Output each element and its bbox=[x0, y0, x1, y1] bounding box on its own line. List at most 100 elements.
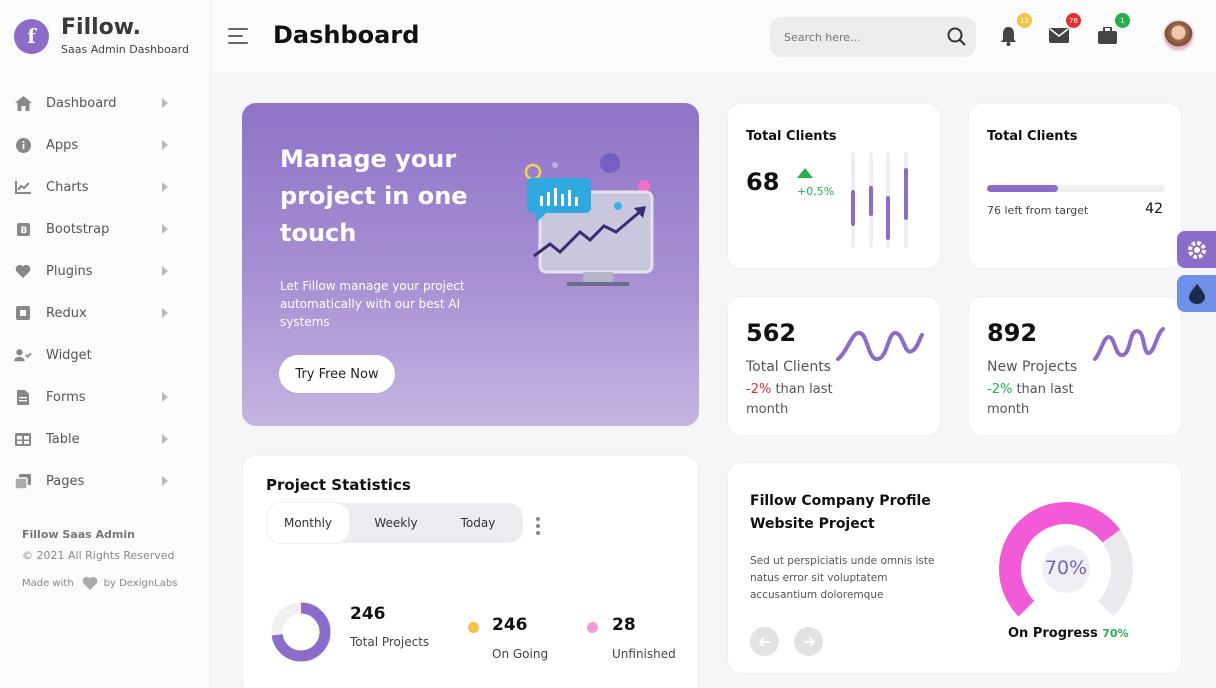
projects-delta: -2% bbox=[987, 382, 1013, 397]
sidebar-item-label: Plugins bbox=[46, 263, 93, 279]
target-progress-fill bbox=[987, 185, 1059, 192]
project-statistics-card: Project Statistics Monthly Weekly Today … bbox=[242, 455, 699, 688]
sidebar-menu: Dashboard Apps Charts B Bootstrap Plugin… bbox=[0, 82, 210, 502]
settings-gear-icon[interactable] bbox=[1177, 231, 1216, 268]
search-input[interactable] bbox=[784, 30, 934, 44]
sidebar-item-label: Widget bbox=[46, 347, 92, 363]
ongoing-legend-dot bbox=[468, 622, 479, 633]
footer-credit: Made with by DexignLabs bbox=[22, 576, 177, 590]
chart-line-icon bbox=[14, 178, 32, 196]
caret-right-icon bbox=[162, 182, 168, 192]
sidebar-item-label: Table bbox=[46, 431, 80, 447]
sidebar-item-label: Pages bbox=[46, 473, 85, 489]
user-check-icon bbox=[14, 346, 32, 364]
mini-bar-chart bbox=[851, 152, 908, 248]
projects-delta-text: -2% than last month bbox=[987, 380, 1097, 420]
sidebar-item-dashboard[interactable]: Dashboard bbox=[0, 82, 210, 124]
card-title: Total Clients bbox=[746, 129, 837, 144]
clients-total-value: 562 bbox=[746, 319, 797, 347]
sidebar-item-forms[interactable]: Forms bbox=[0, 376, 210, 418]
hamburger-menu-icon[interactable] bbox=[228, 28, 248, 49]
sidebar-item-label: Apps bbox=[46, 137, 79, 153]
heart-icon bbox=[14, 262, 32, 280]
try-free-now-button[interactable]: Try Free Now bbox=[279, 355, 395, 393]
copy-icon bbox=[14, 472, 32, 490]
clients-change: +0,5% bbox=[797, 185, 835, 198]
total-clients-target-card: Total Clients 76 left from target 42 bbox=[968, 103, 1182, 269]
sidebar-item-apps[interactable]: Apps bbox=[0, 124, 210, 166]
company-project-title: Fillow Company Profile Website Project bbox=[750, 493, 931, 532]
brand-subtitle: Saas Admin Dashboard bbox=[61, 43, 189, 56]
tab-today[interactable]: Today bbox=[443, 503, 513, 543]
square-icon bbox=[14, 304, 32, 322]
progress-status-value: 70% bbox=[1102, 627, 1129, 640]
previous-arrow-button[interactable] bbox=[750, 627, 779, 656]
top-header: Dashboard 12 76 1 bbox=[212, 0, 1216, 72]
unfinished-label: Unfinished bbox=[612, 647, 676, 661]
sidebar-item-label: Redux bbox=[46, 305, 87, 321]
target-value: 42 bbox=[1145, 201, 1163, 217]
notification-bell-icon[interactable]: 12 bbox=[1000, 13, 1032, 47]
projects-label: New Projects bbox=[987, 359, 1078, 375]
search-icon[interactable] bbox=[947, 27, 966, 50]
total-projects-value: 246 bbox=[350, 604, 386, 624]
mail-icon[interactable]: 76 bbox=[1049, 13, 1081, 47]
sidebar-item-bootstrap[interactable]: B Bootstrap bbox=[0, 208, 210, 250]
sparkline-chart bbox=[1093, 327, 1165, 361]
caret-right-icon bbox=[162, 266, 168, 276]
sidebar-item-label: Forms bbox=[46, 389, 86, 405]
caret-right-icon bbox=[162, 98, 168, 108]
sidebar-item-pages[interactable]: Pages bbox=[0, 460, 210, 502]
table-icon bbox=[14, 430, 32, 448]
hero-body: Let Fillow manage your project automatic… bbox=[280, 279, 465, 329]
progress-status-label: On Progress bbox=[1008, 626, 1098, 641]
clients-delta-text: -2% than last month bbox=[746, 380, 856, 420]
user-avatar[interactable] bbox=[1162, 19, 1195, 52]
tab-monthly[interactable]: Monthly bbox=[267, 503, 349, 543]
progress-status: On Progress 70% bbox=[1008, 626, 1129, 641]
projects-donut-chart bbox=[271, 602, 331, 662]
clients-total-label: Total Clients bbox=[746, 359, 831, 375]
unfinished-legend-dot bbox=[587, 622, 598, 633]
caret-right-icon bbox=[162, 434, 168, 444]
more-options-icon[interactable] bbox=[536, 517, 540, 538]
footer-made-with: Made with bbox=[22, 577, 74, 589]
theme-drop-icon[interactable] bbox=[1177, 275, 1216, 312]
sidebar-item-label: Charts bbox=[46, 179, 89, 195]
tasks-badge: 1 bbox=[1115, 13, 1130, 28]
brand[interactable]: f Fillow. Saas Admin Dashboard bbox=[0, 0, 210, 72]
total-clients-card: Total Clients 68 +0,5% bbox=[727, 103, 941, 269]
company-profile-card: Fillow Company Profile Website Project S… bbox=[727, 462, 1182, 674]
file-icon bbox=[14, 388, 32, 406]
next-arrow-button[interactable] bbox=[794, 627, 823, 656]
footer-copyright: © 2021 All Rights Reserved bbox=[22, 549, 175, 562]
caret-right-icon bbox=[162, 224, 168, 234]
ongoing-label: On Going bbox=[492, 647, 549, 661]
heart-icon bbox=[82, 576, 98, 590]
svg-text:B: B bbox=[20, 226, 27, 236]
info-icon bbox=[14, 136, 32, 154]
sidebar-item-plugins[interactable]: Plugins bbox=[0, 250, 210, 292]
page-title: Dashboard bbox=[273, 21, 420, 49]
analytics-illustration-icon bbox=[522, 148, 672, 297]
sidebar-item-table[interactable]: Table bbox=[0, 418, 210, 460]
target-progress-bar bbox=[987, 185, 1165, 192]
projects-value: 892 bbox=[987, 319, 1038, 347]
card-title: Total Clients bbox=[987, 129, 1078, 144]
clients-value: 68 bbox=[746, 168, 780, 196]
briefcase-icon[interactable]: 1 bbox=[1098, 13, 1130, 47]
tab-weekly[interactable]: Weekly bbox=[349, 503, 443, 543]
sidebar-item-widget[interactable]: Widget bbox=[0, 334, 210, 376]
hero-card: Manage your project in one touch Let Fil… bbox=[242, 103, 699, 426]
brand-name: Fillow. bbox=[61, 15, 142, 40]
target-note: 76 left from target bbox=[987, 204, 1089, 217]
period-tabs: Monthly Weekly Today bbox=[267, 503, 523, 543]
notification-badge: 12 bbox=[1017, 13, 1032, 28]
sidebar-item-charts[interactable]: Charts bbox=[0, 166, 210, 208]
hero-title: Manage your project in one touch bbox=[280, 145, 468, 247]
sidebar-item-redux[interactable]: Redux bbox=[0, 292, 210, 334]
search-box bbox=[770, 17, 976, 57]
sidebar-footer: Fillow Saas Admin © 2021 All Rights Rese… bbox=[22, 528, 177, 590]
company-project-body: Sed ut perspiciatis unde omnis iste natu… bbox=[750, 555, 935, 601]
bootstrap-icon: B bbox=[14, 220, 32, 238]
